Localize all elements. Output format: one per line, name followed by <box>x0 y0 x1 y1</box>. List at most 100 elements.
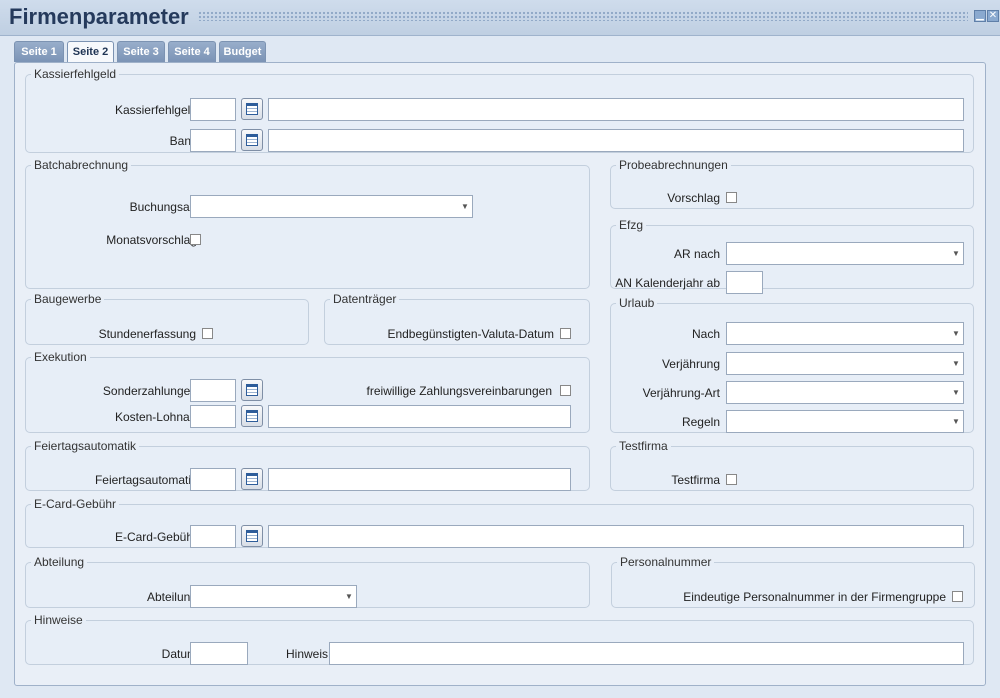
verjaehrung-art-select[interactable]: ▼ <box>726 381 964 404</box>
kosten-lohnart-label: Kosten-Lohnart <box>114 410 197 424</box>
datentraeger-group: Datenträger Endbegünstigten-Valuta-Datum <box>324 292 590 345</box>
feiertagsautomatik-group: Feiertagsautomatik Feiertagsautomatik <box>25 439 590 491</box>
datum-input[interactable] <box>190 642 248 665</box>
kassierfehlgeld-code-input[interactable] <box>190 98 236 121</box>
sonderzahlungen-input[interactable] <box>190 379 236 402</box>
ar-nach-label: AR nach <box>673 247 720 261</box>
calendar-icon[interactable] <box>241 525 263 547</box>
chevron-down-icon: ▼ <box>952 359 960 368</box>
baugewerbe-group: Baugewerbe Stundenerfassung <box>25 292 309 345</box>
hinweise-legend: Hinweise <box>34 613 83 627</box>
kassierfehlgeld-legend: Kassierfehlgeld <box>34 67 117 81</box>
ecard-label: E-Card-Gebühr <box>114 530 197 544</box>
window-title: Firmenparameter <box>9 4 189 29</box>
ecard-legend: E-Card-Gebühr <box>34 497 117 511</box>
feiertagsautomatik-input[interactable] <box>190 468 236 491</box>
bank-text-input[interactable] <box>268 129 964 152</box>
minimize-icon[interactable]: ▁ <box>974 10 986 22</box>
kassierfehlgeld-group: Kassierfehlgeld Kassierfehlgeld Bank <box>25 67 974 153</box>
calendar-icon[interactable] <box>241 379 263 401</box>
endbeguenstigten-label: Endbegünstigten-Valuta-Datum <box>387 327 554 341</box>
urlaub-nach-label: Nach <box>691 327 720 341</box>
vorschlag-label: Vorschlag <box>667 191 720 205</box>
an-kalenderjahr-label: AN Kalenderjahr ab <box>615 276 720 290</box>
tab-panel: Kassierfehlgeld Kassierfehlgeld Bank Bat… <box>14 62 986 686</box>
hinweis-input[interactable] <box>329 642 964 665</box>
batchabrechnung-group: Batchabrechnung Buchungsart ▼ Monatsvors… <box>25 158 590 289</box>
regeln-label: Regeln <box>681 415 720 429</box>
kosten-lohnart-text-input[interactable] <box>268 405 571 428</box>
abteilung-legend: Abteilung <box>34 555 85 569</box>
feiertagsautomatik-text-input[interactable] <box>268 468 571 491</box>
urlaub-legend: Urlaub <box>619 296 655 310</box>
kassierfehlgeld-text-input[interactable] <box>268 98 964 121</box>
batchabrechnung-legend: Batchabrechnung <box>34 158 129 172</box>
probeabrechnungen-legend: Probeabrechnungen <box>619 158 728 172</box>
testfirma-label: Testfirma <box>671 473 720 487</box>
freiwillige-label: freiwillige Zahlungsvereinbarungen <box>366 384 552 398</box>
tab-budget[interactable]: Budget <box>219 41 266 62</box>
stundenerfassung-label: Stundenerfassung <box>98 327 196 341</box>
calendar-icon[interactable] <box>241 98 263 120</box>
calendar-icon[interactable] <box>241 405 263 427</box>
chevron-down-icon: ▼ <box>345 592 353 601</box>
chevron-down-icon: ▼ <box>952 388 960 397</box>
exekution-legend: Exekution <box>34 350 87 364</box>
hinweis-label: Hinweis <box>285 647 328 661</box>
chevron-down-icon: ▼ <box>952 249 960 258</box>
tab-seite-3[interactable]: Seite 3 <box>117 41 165 62</box>
ecard-group: E-Card-Gebühr E-Card-Gebühr <box>25 497 974 548</box>
chevron-down-icon: ▼ <box>461 202 469 211</box>
feiertagsautomatik-label: Feiertagsautomatik <box>94 473 197 487</box>
personalnummer-legend: Personalnummer <box>620 555 712 569</box>
stundenerfassung-checkbox[interactable] <box>202 328 213 339</box>
probeabrechnungen-group: Probeabrechnungen Vorschlag <box>610 158 974 209</box>
testfirma-group: Testfirma Testfirma <box>610 439 974 491</box>
feiertagsautomatik-legend: Feiertagsautomatik <box>34 439 137 453</box>
efzg-legend: Efzg <box>619 218 644 232</box>
verjaehrung-art-label: Verjährung-Art <box>642 386 720 400</box>
testfirma-legend: Testfirma <box>619 439 668 453</box>
tab-seite-1[interactable]: Seite 1 <box>14 41 64 62</box>
title-bar: Firmenparameter ▁ ✕ <box>0 0 1000 36</box>
close-icon[interactable]: ✕ <box>987 10 999 22</box>
exekution-group: Exekution Sonderzahlungen freiwillige Za… <box>25 350 590 433</box>
hinweise-group: Hinweise Datum Hinweis <box>25 613 974 665</box>
tab-seite-2[interactable]: Seite 2 <box>67 41 114 64</box>
bank-code-input[interactable] <box>190 129 236 152</box>
endbeguenstigten-checkbox[interactable] <box>560 328 571 339</box>
eindeutige-personalnummer-checkbox[interactable] <box>952 591 963 602</box>
title-bar-pattern <box>198 11 968 21</box>
monatsvorschlag-checkbox[interactable] <box>190 234 201 245</box>
abteilung-group: Abteilung Abteilung ▼ <box>25 555 590 608</box>
kassierfehlgeld-label: Kassierfehlgeld <box>114 103 197 117</box>
verjaehrung-select[interactable]: ▼ <box>726 352 964 375</box>
chevron-down-icon: ▼ <box>952 417 960 426</box>
vorschlag-checkbox[interactable] <box>726 192 737 203</box>
freiwillige-checkbox[interactable] <box>560 385 571 396</box>
an-kalenderjahr-input[interactable] <box>726 271 763 294</box>
abteilung-select[interactable]: ▼ <box>190 585 357 608</box>
chevron-down-icon: ▼ <box>952 329 960 338</box>
eindeutige-personalnummer-label: Eindeutige Personalnummer in der Firmeng… <box>683 590 946 604</box>
ar-nach-select[interactable]: ▼ <box>726 242 964 265</box>
datentraeger-legend: Datenträger <box>333 292 397 306</box>
buchungsart-label: Buchungsart <box>129 200 197 214</box>
testfirma-checkbox[interactable] <box>726 474 737 485</box>
buchungsart-select[interactable]: ▼ <box>190 195 473 218</box>
ecard-text-input[interactable] <box>268 525 964 548</box>
tab-seite-4[interactable]: Seite 4 <box>168 41 216 62</box>
calendar-icon[interactable] <box>241 468 263 490</box>
baugewerbe-legend: Baugewerbe <box>34 292 102 306</box>
monatsvorschlag-label: Monatsvorschlag <box>106 233 197 247</box>
personalnummer-group: Personalnummer Eindeutige Personalnummer… <box>611 555 975 608</box>
kosten-lohnart-input[interactable] <box>190 405 236 428</box>
calendar-icon[interactable] <box>241 129 263 151</box>
sonderzahlungen-label: Sonderzahlungen <box>102 384 197 398</box>
urlaub-group: Urlaub Nach ▼ Verjährung ▼ Verjährung-Ar… <box>610 296 974 433</box>
regeln-select[interactable]: ▼ <box>726 410 964 433</box>
verjaehrung-label: Verjährung <box>661 357 720 371</box>
ecard-code-input[interactable] <box>190 525 236 548</box>
efzg-group: Efzg AR nach ▼ AN Kalenderjahr ab <box>610 218 974 294</box>
urlaub-nach-select[interactable]: ▼ <box>726 322 964 345</box>
